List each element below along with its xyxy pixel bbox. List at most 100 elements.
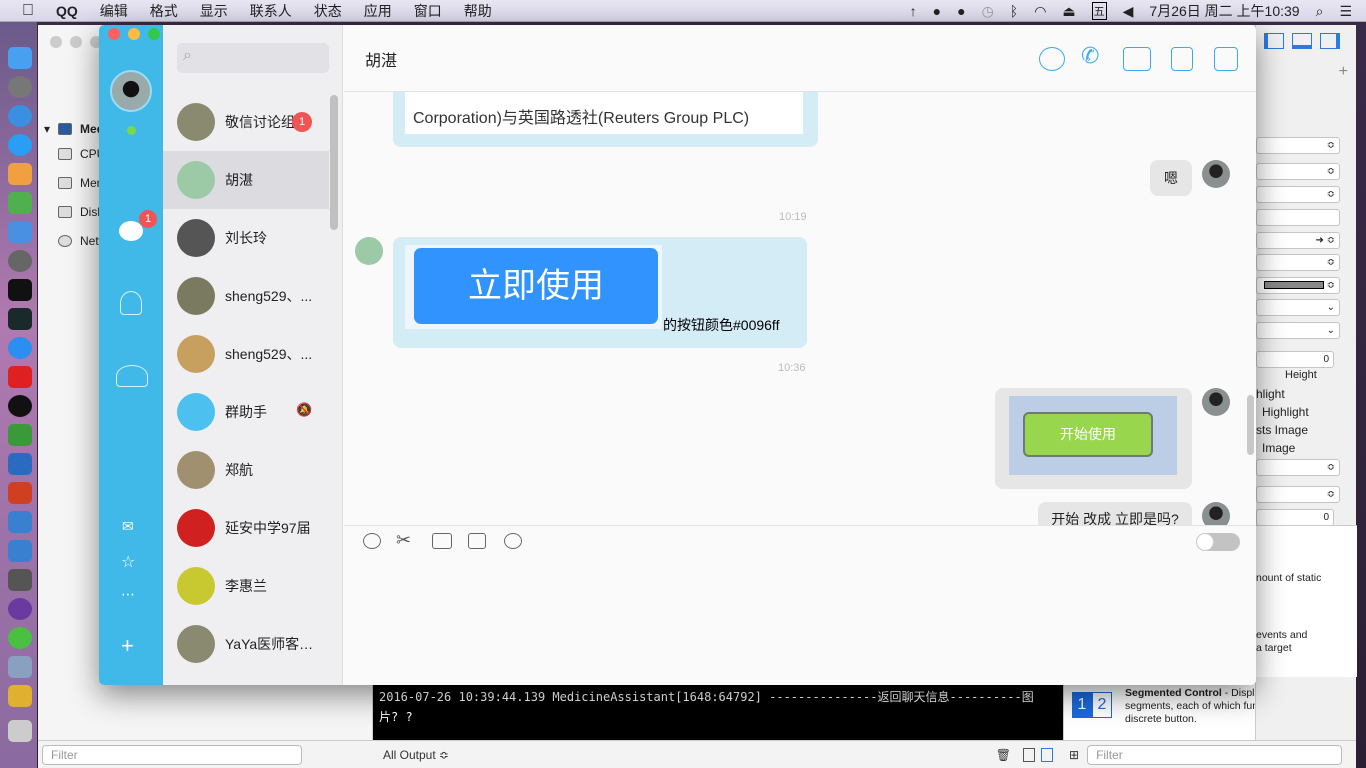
messages-icon[interactable] xyxy=(119,221,143,241)
upload-icon[interactable]: ↑ xyxy=(910,3,917,19)
volume-icon[interactable]: ◀ xyxy=(1123,3,1134,20)
text-field[interactable] xyxy=(1256,209,1340,226)
stepper-field-2[interactable]: 0 xyxy=(1256,509,1334,526)
wechat-icon[interactable]: ● xyxy=(957,3,965,19)
more-icon[interactable]: ⋯ xyxy=(121,586,135,603)
qq-dock-icon[interactable] xyxy=(8,395,32,417)
image-popup[interactable]: ➜ ≎ xyxy=(1256,232,1340,249)
input-area[interactable] xyxy=(344,525,1256,685)
numbers-icon[interactable] xyxy=(8,192,32,214)
popup-2[interactable]: ≎ xyxy=(1256,163,1340,180)
minimize-button[interactable] xyxy=(128,28,140,40)
close-button[interactable] xyxy=(108,28,120,40)
navigator-filter-input[interactable]: Filter xyxy=(42,744,302,765)
word-icon[interactable] xyxy=(8,453,32,475)
message-scrollbar[interactable] xyxy=(1247,395,1254,455)
color-well[interactable]: ≎ xyxy=(1256,277,1340,294)
check-highlight[interactable]: hlight xyxy=(1256,387,1285,401)
contacts-icon[interactable] xyxy=(120,291,142,315)
spotlight-icon[interactable]: ⌕ xyxy=(1316,3,1324,20)
screenshot-scissors-icon[interactable]: ✂ xyxy=(396,530,411,551)
powerpoint-icon[interactable] xyxy=(8,482,32,504)
launchpad-icon[interactable] xyxy=(8,76,32,98)
layout-left-icon[interactable] xyxy=(1023,747,1035,762)
menu-view[interactable]: 显示 xyxy=(200,1,228,21)
menu-window[interactable]: 窗口 xyxy=(414,1,442,21)
github-icon[interactable] xyxy=(8,598,32,620)
preview-icon[interactable] xyxy=(8,656,32,678)
popup-6[interactable]: ⌄ xyxy=(1256,322,1340,339)
notification-center-icon[interactable]: ☰ xyxy=(1339,3,1352,20)
terminal-icon[interactable] xyxy=(8,279,32,301)
popup-3[interactable]: ≎ xyxy=(1256,186,1340,203)
simulator-icon[interactable] xyxy=(8,540,32,562)
zoom-button[interactable] xyxy=(148,28,160,40)
list-scrollbar[interactable] xyxy=(330,95,338,230)
conversation-item[interactable]: YaYa医师客户... xyxy=(163,615,329,673)
time-machine-icon[interactable]: ◷ xyxy=(982,3,994,20)
favorites-icon[interactable]: ☆ xyxy=(121,552,135,572)
conversation-item[interactable]: 群助手 🔕 xyxy=(163,383,329,441)
conversation-item[interactable]: 胡湛 xyxy=(163,151,329,209)
popup-5[interactable]: ⌄ xyxy=(1256,299,1340,316)
xcode-icon[interactable] xyxy=(8,511,32,533)
screen-share-icon[interactable] xyxy=(1171,47,1193,71)
excel-icon[interactable] xyxy=(8,424,32,446)
history-icon[interactable] xyxy=(504,533,522,549)
menu-app[interactable]: QQ xyxy=(56,3,78,19)
nav-disk[interactable]: Disk xyxy=(58,205,103,219)
system-preferences-icon[interactable] xyxy=(8,250,32,272)
minimize-button[interactable] xyxy=(70,36,82,48)
wifi-icon[interactable]: ◠ xyxy=(1034,3,1046,20)
pages-icon[interactable] xyxy=(8,163,32,185)
popup-7[interactable]: ≎ xyxy=(1256,459,1340,476)
popup-1[interactable]: ≎ xyxy=(1256,137,1340,154)
my-avatar[interactable] xyxy=(110,70,152,112)
search-input[interactable]: ⌕ xyxy=(177,43,329,73)
menu-status[interactable]: 状态 xyxy=(314,1,342,21)
video-call-icon[interactable] xyxy=(1123,47,1151,71)
grid-view-icon[interactable]: ⊞ xyxy=(1069,748,1079,762)
keynote-icon[interactable] xyxy=(8,221,32,243)
finder-icon[interactable] xyxy=(8,47,32,69)
toggle-navigator-icon[interactable] xyxy=(1264,33,1284,49)
check-adjusts-image[interactable]: sts Image xyxy=(1256,423,1308,437)
menu-format[interactable]: 格式 xyxy=(150,1,178,21)
add-icon[interactable]: + xyxy=(121,633,134,659)
conversation-item[interactable]: 李惠兰 xyxy=(163,557,329,615)
calculator-icon[interactable] xyxy=(8,569,32,591)
conversation-item[interactable]: 延安中学97届 xyxy=(163,499,329,557)
file-transfer-icon[interactable] xyxy=(1214,47,1238,71)
image-icon[interactable] xyxy=(468,533,486,549)
conversation-item[interactable]: sheng529、... xyxy=(163,325,329,383)
layout-right-icon[interactable] xyxy=(1041,747,1053,762)
check-shows-highlight[interactable]: Highlight xyxy=(1262,405,1309,419)
menu-help[interactable]: 帮助 xyxy=(464,1,492,21)
conversation-item[interactable]: 郑航 xyxy=(163,441,329,499)
output-select[interactable]: All Output ≎ xyxy=(383,748,449,762)
stepper-field-1[interactable]: 0 xyxy=(1256,351,1334,368)
conversation-item[interactable]: sheng529、... xyxy=(163,267,329,325)
library-filter-input[interactable]: Filter xyxy=(1087,744,1343,765)
voice-call-icon[interactable]: ✆ xyxy=(1081,43,1099,69)
toggle-debug-icon[interactable] xyxy=(1292,33,1312,49)
clock[interactable]: 7月26日 周二 上午10:39 xyxy=(1149,1,1299,21)
voice-toggle[interactable] xyxy=(1196,533,1240,551)
add-to-chat-icon[interactable] xyxy=(1039,47,1065,71)
youdao-icon[interactable] xyxy=(8,366,32,388)
check-image[interactable]: Image xyxy=(1262,441,1295,455)
groups-icon[interactable] xyxy=(116,365,148,387)
trash-console-icon[interactable]: 🗑 xyxy=(996,748,1011,762)
conversation-item[interactable]: 刘长玲 xyxy=(163,209,329,267)
scissors-app-icon[interactable] xyxy=(8,685,32,707)
wechat-dock-icon[interactable] xyxy=(8,627,32,649)
qq-status-icon[interactable]: ● xyxy=(933,3,941,19)
trash-icon[interactable] xyxy=(8,720,32,742)
app-store-icon[interactable] xyxy=(8,337,32,359)
menu-apps[interactable]: 应用 xyxy=(364,1,392,21)
emoji-icon[interactable] xyxy=(363,533,381,549)
activity-monitor-icon[interactable] xyxy=(8,308,32,330)
video-message-icon[interactable] xyxy=(432,533,452,549)
mail-icon[interactable]: ✉ xyxy=(122,518,134,535)
message-area[interactable]: Corporation)与英国路透社(Reuters Group PLC) 嗯 … xyxy=(344,92,1256,525)
